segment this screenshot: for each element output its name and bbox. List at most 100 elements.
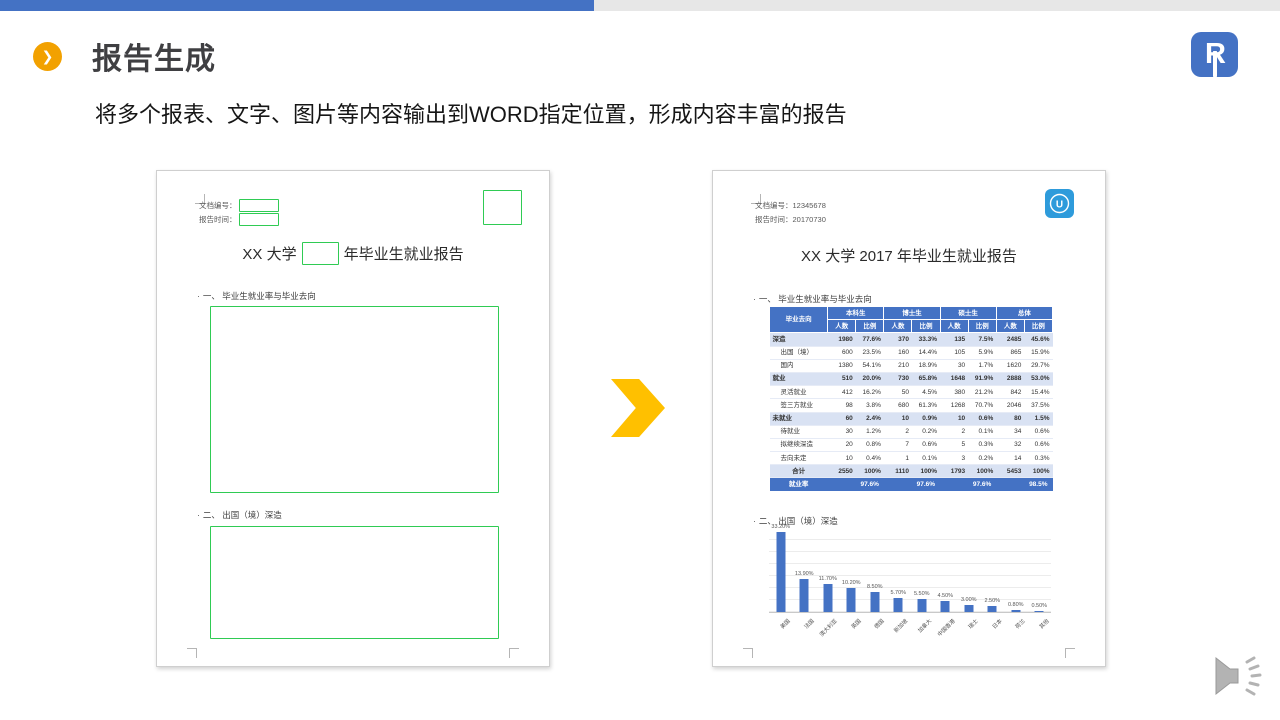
table-cell: 80 [996,412,1024,425]
table-cell: 4.5% [912,386,940,399]
x-axis-label: 瑞士 [967,617,980,630]
table-column-group: 总体 [996,307,1052,320]
transform-arrow-icon [611,379,665,437]
report-time-placeholder-box [239,213,279,226]
table-row-label: 待就业 [770,425,828,438]
speaker-svg [1214,654,1266,700]
table-corner-header: 毕业去向 [770,307,828,333]
table-cell: 100% [912,465,940,478]
bar-value-label: 13.90% [795,571,814,577]
table-rate-cell: 97.6% [828,478,884,491]
bar-rect [870,592,879,612]
table-cell: 16.2% [856,386,884,399]
table-cell: 412 [828,386,856,399]
table-row-label: 国内 [770,359,828,372]
table-cell: 15.4% [1024,386,1052,399]
bar-value-label: 33.20% [771,524,790,530]
table-row: 深造198077.6%37033.3%1357.5%248545.6% [770,333,1053,346]
template-section1-heading: 一、 毕业生就业率与毕业去向 [197,290,316,302]
table-cell: 1.7% [968,359,996,372]
bar-rect [894,598,903,612]
table-cell: 3.8% [856,399,884,412]
bar-rect [823,584,832,612]
table-cell: 14 [996,452,1024,465]
table-cell: 2550 [828,465,856,478]
report-time-label: 报告时间： [199,214,237,225]
table-cell: 0.1% [968,425,996,438]
bar-rect [800,579,809,612]
table-cell: 30 [940,359,968,372]
page-corner-mark [187,648,197,658]
table-column-group: 硕士生 [940,307,996,320]
table-cell: 70.7% [968,399,996,412]
table-rate-cell: 97.6% [884,478,940,491]
brand-logo-icon: R [1191,32,1238,77]
table-cell: 135 [940,333,968,346]
table-cell: 33.3% [912,333,940,346]
table-cell: 15.9% [1024,346,1052,359]
report-time-line: 报告时间： 20170730 [755,213,826,225]
table-cell: 1648 [940,372,968,385]
table-cell: 20 [828,438,856,451]
x-axis-label: 加拿大 [916,617,933,634]
table-cell: 5 [940,438,968,451]
svg-text:U: U [1056,200,1063,211]
x-axis-label: 美国 [779,617,792,630]
page-corner-mark [509,648,519,658]
bar-rect [847,588,856,612]
table-cell: 2888 [996,372,1024,385]
table-cell: 1110 [884,465,912,478]
doc-title-prefix: XX 大学 [242,243,296,264]
table-cell: 0.6% [1024,438,1052,451]
table-cell: 7.5% [968,333,996,346]
x-axis-label: 其他 [1037,617,1050,630]
table-cell: 210 [884,359,912,372]
table-cell: 0.4% [856,452,884,465]
table-cell: 7 [884,438,912,451]
page-title: 报告生成 [92,34,216,78]
x-label-slot: 新加坡 [887,613,911,643]
table-cell: 10 [884,412,912,425]
table-cell: 510 [828,372,856,385]
table-row-label: 合计 [770,465,828,478]
doc-number-placeholder-box [239,199,279,212]
logo-placeholder-box [483,190,522,225]
table-cell: 0.2% [912,425,940,438]
slide-subtitle: 将多个报表、文字、图片等内容输出到WORD指定位置，形成内容丰富的报告 [95,97,847,129]
audio-speaker-icon[interactable] [1214,654,1266,700]
table-cell: 21.2% [968,386,996,399]
table-sub-header: 人数 [996,320,1024,333]
employment-table-body: 深造198077.6%37033.3%1357.5%248545.6%出国（境）… [770,333,1053,478]
doc-number-value: 12345678 [793,201,826,210]
table-cell: 1 [884,452,912,465]
report-doc-title: XX 大学 2017 年毕业生就业报告 [713,245,1105,266]
table-cell: 98 [828,399,856,412]
table-cell: 10 [940,412,968,425]
x-axis-label: 中国香港 [935,617,956,638]
table-cell: 1793 [940,465,968,478]
table-sub-header: 比例 [968,320,996,333]
table-row: 拟继续深造200.8%70.6%50.3%320.6% [770,438,1053,451]
table-cell: 380 [940,386,968,399]
table-cell: 53.0% [1024,372,1052,385]
table-row-label: 深造 [770,333,828,346]
table-cell: 60 [828,412,856,425]
word-report-page: 文档编号： 12345678 报告时间： 20170730 U XX 大学 20… [712,170,1106,667]
bar: 2.50% [981,528,1005,612]
table-placeholder-box [210,306,499,493]
doc-title-suffix: 年毕业生就业报告 [344,243,464,264]
table-sub-header: 比例 [1024,320,1052,333]
template-doc-title: XX 大学 年毕业生就业报告 [157,242,549,265]
chevron-right-circle-icon: ❯ [33,42,62,71]
table-sub-header: 人数 [940,320,968,333]
word-template-page: 文档编号： 报告时间： XX 大学 年毕业生就业报告 一、 毕业生就业率与毕业去… [156,170,550,667]
table-cell: 1.2% [856,425,884,438]
university-emblem-icon: U [1045,189,1074,218]
table-cell: 30 [828,425,856,438]
table-cell: 3 [940,452,968,465]
table-cell: 61.3% [912,399,940,412]
table-cell: 14.4% [912,346,940,359]
table-cell: 50 [884,386,912,399]
table-cell: 680 [884,399,912,412]
bar: 0.50% [1028,528,1052,612]
